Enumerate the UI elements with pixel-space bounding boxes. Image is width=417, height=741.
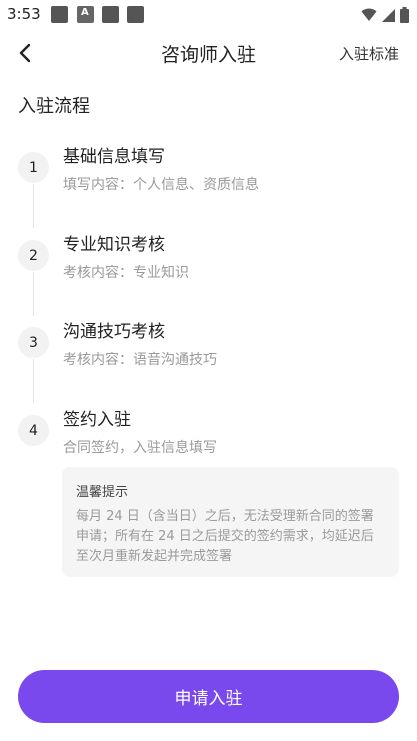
nav-bar: 咨询师入驻 入驻标准 [0, 30, 417, 76]
step-description: 填写内容：个人信息、资质信息 [63, 177, 259, 193]
standards-link[interactable]: 入驻标准 [339, 43, 399, 64]
step-title: 专业知识考核 [63, 235, 165, 255]
step-title: 基础信息填写 [63, 147, 165, 167]
step-title: 签约入驻 [63, 410, 131, 430]
status-bar: 3:53 [0, 0, 417, 30]
apply-button[interactable]: 申请入驻 [18, 670, 399, 723]
a-icon [77, 6, 94, 23]
gallery-icon [127, 6, 144, 23]
signal-icon [382, 8, 395, 22]
status-time: 3:53 [7, 5, 41, 23]
step-title: 沟通技巧考核 [63, 322, 165, 342]
step-connector [33, 359, 34, 403]
step-number: 1 [18, 152, 49, 183]
battery-icon [400, 7, 409, 23]
wifi-icon [361, 8, 377, 21]
step-description: 考核内容：语音沟通技巧 [63, 352, 217, 368]
tip-text: 每月 24 日（含当日）之后，无法受理新合同的签署 申请；所有在 24 日之后提… [76, 507, 385, 567]
step-description: 考核内容：专业知识 [63, 265, 189, 281]
tip-line: 至次月重新发起并完成签署 [76, 549, 233, 564]
section-title: 入驻流程 [18, 96, 90, 117]
status-icons [361, 6, 409, 24]
step-number: 4 [18, 415, 49, 446]
step-connector [33, 184, 34, 228]
step-description: 合同签约，入驻信息填写 [63, 440, 217, 456]
step-connector [33, 272, 34, 316]
tip-title: 温馨提示 [76, 485, 129, 500]
step-number: 2 [18, 240, 49, 271]
gallery-icon [102, 6, 119, 23]
gallery-icon [51, 6, 68, 23]
tip-line: 每月 24 日（含当日）之后，无法受理新合同的签署 [76, 509, 374, 524]
step-number: 3 [18, 327, 49, 358]
tip-box: 温馨提示 每月 24 日（含当日）之后，无法受理新合同的签署 申请；所有在 24… [62, 467, 399, 577]
tip-line: 申请；所有在 24 日之后提交的签约需求，均延迟后 [76, 529, 374, 544]
